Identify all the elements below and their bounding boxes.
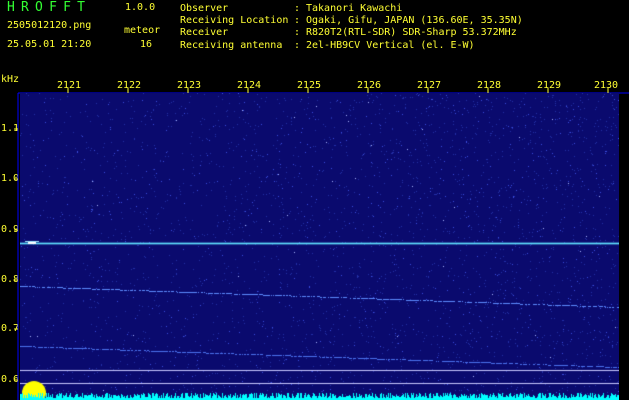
y-tick-marks bbox=[14, 128, 18, 381]
spectrogram bbox=[20, 93, 619, 400]
